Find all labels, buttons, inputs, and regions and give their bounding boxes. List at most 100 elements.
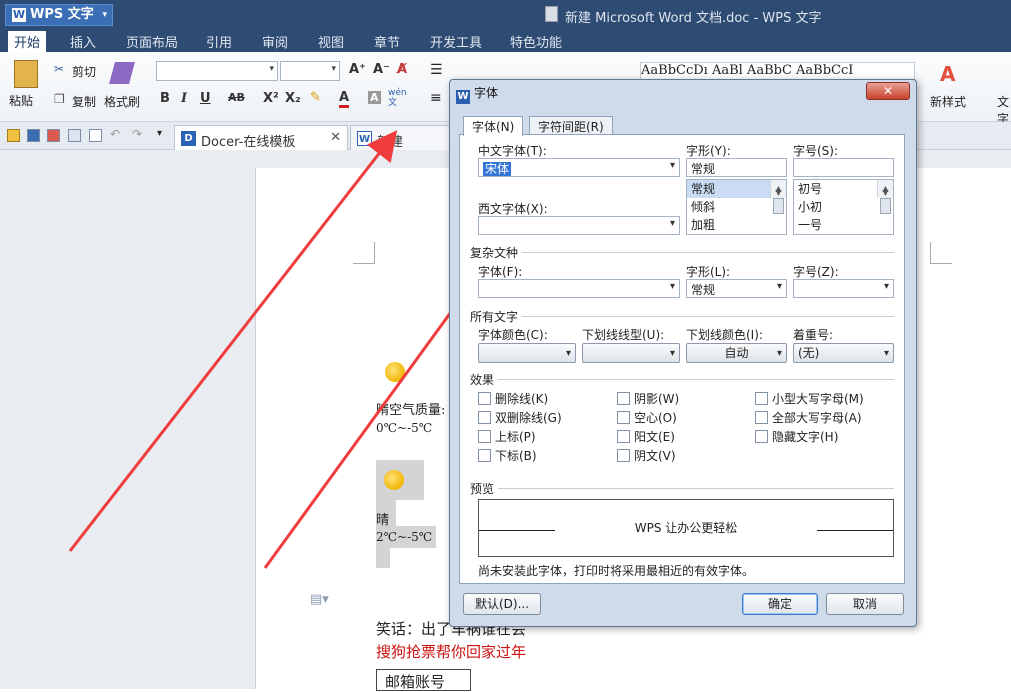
new-style-icon: A [940,62,956,86]
paste-button[interactable]: 粘贴 [9,92,33,109]
tab-new-document[interactable]: W 新建 Micr... [350,125,450,165]
west-font-select[interactable] [478,216,680,235]
checkbox-engrave[interactable]: 阴文(V) [617,447,676,464]
char-shading-icon[interactable]: A [368,91,381,104]
clear-format-icon[interactable]: A̸ [397,62,407,77]
email-label: 邮箱账号 [376,669,471,691]
format-painter-button[interactable]: 格式刷 [104,93,140,110]
ok-button[interactable]: 确定 [742,593,818,615]
cancel-button[interactable]: 取消 [826,593,904,615]
superscript-button[interactable]: X² [263,91,279,106]
tab-char-spacing[interactable]: 字符间距(R) [529,116,613,135]
underline-style-select[interactable] [582,343,680,363]
menu-chapter[interactable]: 章节 [374,32,400,51]
emphasis-select[interactable]: (无) [793,343,894,363]
preview-box: WPS 让办公更轻松 [478,499,894,557]
font-name-combo[interactable] [156,61,278,81]
menu-layout[interactable]: 页面布局 [126,32,178,51]
menu-view[interactable]: 视图 [318,32,344,51]
chevron-down-icon[interactable]: ▼ [878,184,893,198]
subscript-button[interactable]: X₂ [285,91,301,106]
close-button[interactable]: ✕ [866,82,910,100]
checkbox-superscript[interactable]: 上标(P) [478,428,536,445]
menu-special[interactable]: 特色功能 [510,32,562,51]
paste-options-icon[interactable]: ▤▾ [310,592,329,607]
checkbox-strikethrough[interactable]: 删除线(K) [478,390,548,407]
checkbox-shadow[interactable]: 阴影(W) [617,390,679,407]
cn-font-select[interactable]: 宋体 [478,158,680,177]
checkbox-hidden[interactable]: 隐藏文字(H) [755,428,838,445]
scrollbar[interactable]: ▲ ▼ [770,180,786,214]
export-pdf-icon[interactable] [47,129,60,142]
italic-button[interactable]: I [181,91,187,106]
phonetic-guide-icon[interactable]: wén 文 [388,88,407,108]
bold-button[interactable]: B [160,91,170,106]
tab-docer-templates[interactable]: D Docer-在线模板 ✕ [174,125,348,150]
margin-marker [353,242,375,264]
checkbox-all-caps[interactable]: 全部大写字母(A) [755,409,862,426]
underline-button[interactable]: U [200,91,211,106]
size-input[interactable] [793,158,894,177]
checkbox-outline[interactable]: 空心(O) [617,409,677,426]
menu-review[interactable]: 审阅 [262,32,288,51]
redo-icon[interactable]: ↷ [132,127,142,141]
chevron-down-icon[interactable]: ▾ [157,128,162,139]
save-icon[interactable] [27,129,40,142]
menu-references[interactable]: 引用 [206,32,232,51]
emphasis-label: 着重号: [793,328,834,342]
undo-icon[interactable]: ↶ [110,127,120,141]
shrink-font-icon[interactable]: A⁻ [373,62,390,77]
checkbox-small-caps[interactable]: 小型大写字母(M) [755,390,864,407]
close-tab-icon[interactable]: ✕ [330,130,341,145]
menu-developer[interactable]: 开发工具 [430,32,482,51]
list-item[interactable]: 一号 [794,216,893,234]
menu-home[interactable]: 开始 [8,31,47,52]
bullet-list-icon[interactable]: ☰ [430,62,443,78]
checkbox-emboss[interactable]: 阳文(E) [617,428,675,445]
list-item[interactable]: 小初 [794,198,893,216]
list-item[interactable]: 倾斜 [687,198,786,216]
checkbox-double-strikethrough[interactable]: 双删除线(G) [478,409,562,426]
ad-text[interactable]: 搜狗抢票帮你回家过年 [376,641,526,662]
tab-font[interactable]: 字体(N) [463,116,524,136]
preview-section-title: 预览 [470,480,499,497]
underline-color-select[interactable]: 自动 [686,343,787,363]
divider [470,488,894,489]
font-color-select[interactable] [478,343,576,363]
grow-font-icon[interactable]: A⁺ [349,62,366,77]
font-size-combo[interactable] [280,61,340,81]
font-color-icon[interactable]: A [339,90,350,108]
list-item[interactable]: 加粗 [687,216,786,234]
cut-button[interactable]: 剪切 [72,63,96,80]
weather-air-quality: 晴空气质量: [376,403,446,418]
sun-icon [384,470,404,490]
complex-size-select[interactable] [793,279,894,298]
west-font-label: 西文字体(X): [478,202,548,216]
scroll-thumb[interactable] [880,198,891,214]
print-icon[interactable] [68,129,81,142]
paste-icon[interactable] [14,60,38,88]
size-label: 字号(S): [793,144,839,158]
new-style-button[interactable]: 新样式 [930,93,966,110]
size-list[interactable]: 初号 小初 一号 ▲ ▼ [793,179,894,235]
checkbox-subscript[interactable]: 下标(B) [478,447,537,464]
highlight-icon[interactable]: ✎ [310,90,321,105]
style-input[interactable]: 常规 [686,158,787,177]
align-left-icon[interactable]: ≡ [430,90,442,106]
complex-style-select[interactable]: 常规 [686,279,787,298]
complex-size-label: 字号(Z): [793,265,839,279]
style-list[interactable]: 常规 倾斜 加粗 ▲ ▼ [686,179,787,235]
strikethrough-button[interactable]: AB [228,91,245,104]
print-preview-icon[interactable] [89,129,102,142]
all-text-section-title: 所有文字 [470,308,523,325]
open-folder-icon[interactable] [7,129,20,142]
menu-insert[interactable]: 插入 [70,32,96,51]
complex-font-select[interactable] [478,279,680,298]
chevron-down-icon[interactable]: ▼ [771,184,786,198]
scrollbar[interactable]: ▲ ▼ [877,180,893,214]
copy-button[interactable]: 复制 [72,93,96,110]
scroll-thumb[interactable] [773,198,784,214]
divider [470,316,894,317]
app-menu-button[interactable]: W WPS 文字 ▾ [5,4,113,26]
default-button[interactable]: 默认(D)... [463,593,541,615]
